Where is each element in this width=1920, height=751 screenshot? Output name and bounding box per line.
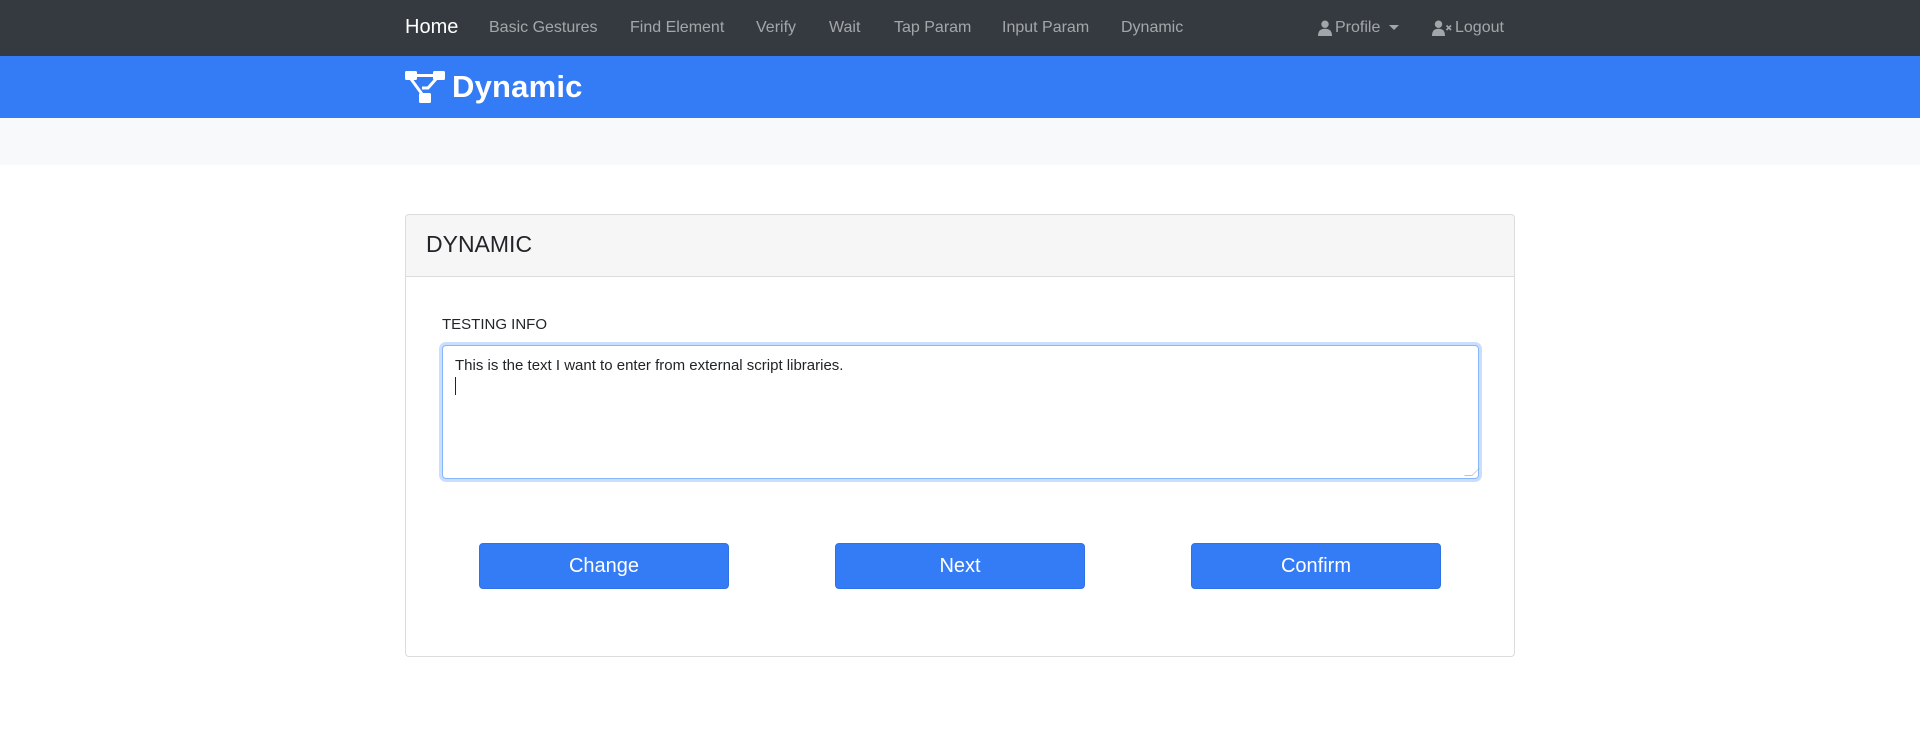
confirm-button[interactable]: Confirm [1191, 543, 1441, 589]
testing-info-label: TESTING INFO [442, 316, 547, 333]
nav-link-tap-param[interactable]: Tap Param [894, 19, 971, 37]
change-button[interactable]: Change [479, 543, 729, 589]
page-title: Dynamic [405, 64, 583, 110]
logout-label: Logout [1455, 19, 1504, 36]
nav-link-wait[interactable]: Wait [829, 19, 860, 37]
nav-link-input-param[interactable]: Input Param [1002, 19, 1089, 37]
profile-dropdown[interactable]: Profile [1318, 19, 1400, 37]
text-cursor [455, 377, 456, 395]
resize-handle-icon[interactable] [1464, 468, 1480, 476]
page-title-text: Dynamic [452, 69, 583, 104]
logout-link[interactable]: Logout [1432, 19, 1504, 37]
navbar-container: Home Basic Gestures Find Element Verify … [405, 0, 1515, 56]
dynamic-card: DYNAMIC TESTING INFO This is the text I … [405, 214, 1515, 657]
card-header: DYNAMIC [406, 215, 1514, 277]
caret-down-icon [1389, 24, 1400, 30]
page-banner: Dynamic [0, 56, 1920, 118]
textarea-text: This is the text I want to enter from ex… [455, 357, 844, 374]
testing-info-textarea[interactable]: This is the text I want to enter from ex… [442, 345, 1480, 479]
nav-link-find-element[interactable]: Find Element [630, 19, 724, 37]
profile-label: Profile [1335, 19, 1381, 36]
top-navbar: Home Basic Gestures Find Element Verify … [0, 0, 1920, 56]
nav-link-verify[interactable]: Verify [756, 19, 796, 37]
sitemap-icon [405, 70, 445, 103]
next-button[interactable]: Next [835, 543, 1085, 589]
nav-link-dynamic[interactable]: Dynamic [1121, 19, 1183, 37]
card-title: DYNAMIC [426, 231, 533, 257]
user-icon [1318, 20, 1332, 36]
nav-home-link[interactable]: Home [405, 16, 458, 39]
sub-header-bar [0, 118, 1920, 165]
user-remove-icon [1432, 20, 1452, 36]
nav-link-basic-gestures[interactable]: Basic Gestures [489, 19, 597, 37]
